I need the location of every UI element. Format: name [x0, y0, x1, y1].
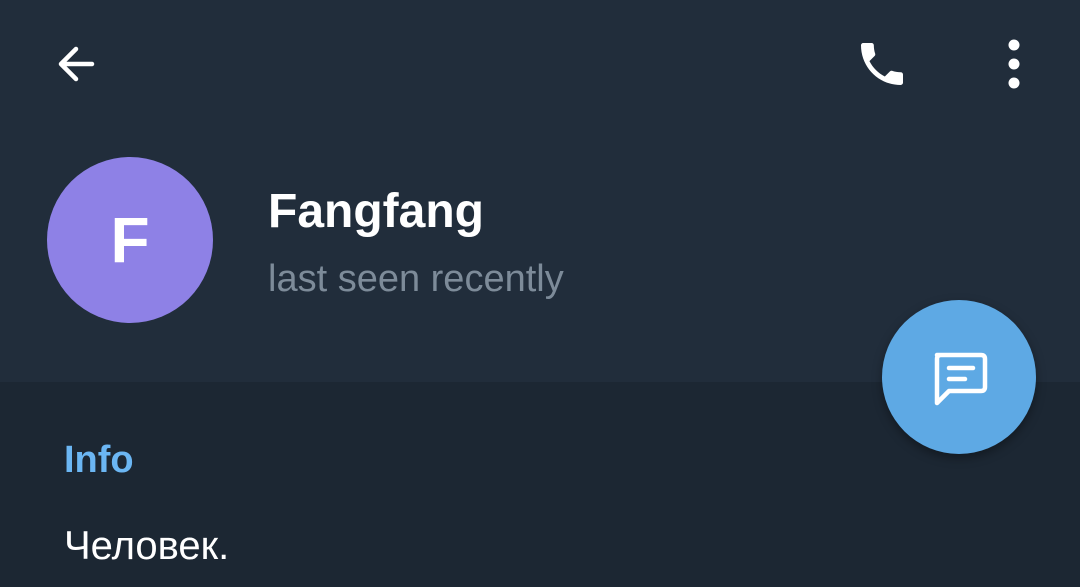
- bio-text[interactable]: Человек.: [64, 518, 229, 574]
- arrow-left-icon: [58, 46, 95, 82]
- call-button[interactable]: [842, 24, 922, 104]
- back-button[interactable]: [36, 24, 116, 104]
- message-icon: [934, 352, 988, 406]
- more-options-button[interactable]: [974, 24, 1054, 104]
- profile-name: Fangfang: [268, 185, 484, 238]
- more-vertical-icon: [1008, 39, 1020, 89]
- send-message-button[interactable]: [882, 300, 1036, 454]
- info-section-title: Info: [64, 439, 134, 481]
- avatar[interactable]: F: [47, 157, 213, 323]
- phone-icon: [861, 43, 903, 85]
- last-seen-status: last seen recently: [268, 258, 564, 300]
